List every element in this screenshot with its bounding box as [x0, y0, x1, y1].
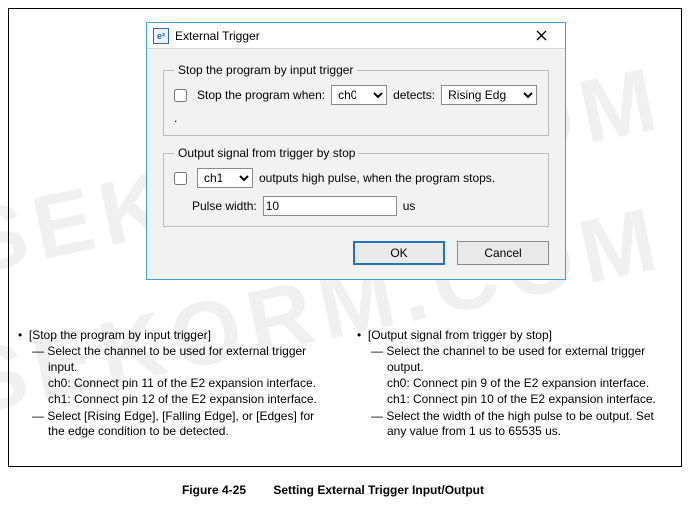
external-trigger-dialog: e² External Trigger Stop the program by … [146, 22, 566, 280]
note-line: Select the channel to be used for extern… [357, 344, 672, 375]
note-line: Select [Rising Edge], [Falling Edge], or… [18, 409, 333, 440]
note-line: ch1: Connect pin 12 of the E2 expansion … [18, 392, 333, 407]
stop-when-label: Stop the program when: [197, 88, 325, 102]
output-enable-checkbox[interactable] [174, 172, 187, 185]
app-icon: e² [153, 28, 169, 44]
note-line: Select the channel to be used for extern… [18, 344, 333, 375]
dialog-button-row: OK Cancel [163, 237, 549, 265]
note-heading: [Output signal from trigger by stop] [357, 328, 672, 343]
close-button[interactable] [521, 25, 561, 47]
figure-title: Setting External Trigger Input/Output [273, 483, 484, 497]
figure-number: Figure 4-25 [182, 483, 246, 497]
output-channel-select[interactable]: ch1 [197, 168, 253, 188]
note-line: Select the width of the high pulse to be… [357, 409, 672, 440]
group-output-legend: Output signal from trigger by stop [174, 146, 359, 160]
close-icon [536, 30, 547, 41]
figure-caption: Figure 4-25 Setting External Trigger Inp… [0, 483, 690, 497]
ok-button[interactable]: OK [353, 241, 445, 265]
group-stop-legend: Stop the program by input trigger [174, 63, 357, 77]
dialog-client: Stop the program by input trigger Stop t… [147, 49, 565, 279]
group-stop-by-input: Stop the program by input trigger Stop t… [163, 63, 549, 136]
notes-left: [Stop the program by input trigger] Sele… [18, 328, 333, 441]
cancel-button[interactable]: Cancel [457, 241, 549, 265]
note-line: ch0: Connect pin 11 of the E2 expansion … [18, 376, 333, 391]
dialog-title: External Trigger [175, 29, 521, 43]
note-line: ch0: Connect pin 9 of the E2 expansion i… [357, 376, 672, 391]
edge-select[interactable]: Rising Edge [441, 85, 537, 105]
detects-label: detects: [393, 88, 435, 102]
pulse-width-input[interactable] [263, 196, 397, 216]
note-line: ch1: Connect pin 10 of the E2 expansion … [357, 392, 672, 407]
note-heading: [Stop the program by input trigger] [18, 328, 333, 343]
pulse-width-unit: us [403, 199, 416, 213]
notes-right: [Output signal from trigger by stop] Sel… [357, 328, 672, 441]
input-channel-select[interactable]: ch0 [331, 85, 387, 105]
pulse-width-label: Pulse width: [192, 199, 257, 213]
trailing-dot: . [174, 111, 177, 125]
output-post-text: outputs high pulse, when the program sto… [259, 171, 495, 185]
group-output-by-stop: Output signal from trigger by stop ch1 o… [163, 146, 549, 227]
stop-when-checkbox[interactable] [174, 89, 187, 102]
notes: [Stop the program by input trigger] Sele… [18, 328, 672, 441]
titlebar[interactable]: e² External Trigger [147, 23, 565, 49]
